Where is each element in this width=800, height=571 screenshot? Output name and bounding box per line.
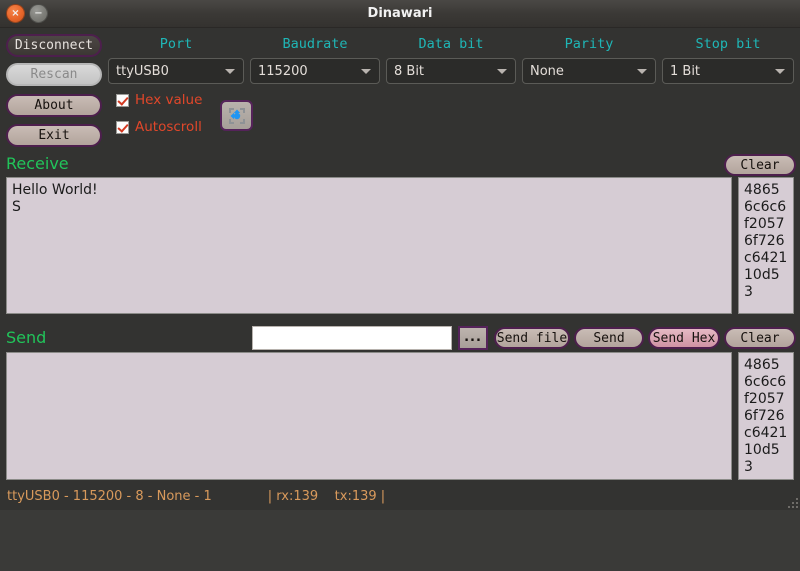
clear-send-button[interactable]: Clear [724,327,796,349]
send-file-button[interactable]: Send file [494,327,570,349]
receive-section-label: Receive [6,154,69,173]
send-input[interactable] [252,326,452,350]
baudrate-value: 115200 [258,63,308,79]
parity-value: None [530,63,564,79]
receive-hex-area[interactable]: 48656c6c6f20576f726c642110d53 [738,177,794,314]
close-icon[interactable]: × [6,4,25,23]
window-title: Dinawari [367,6,433,21]
title-bar: × − Dinawari [0,0,800,28]
checkmark-icon [116,120,129,134]
about-button[interactable]: About [6,94,102,117]
chevron-down-icon [637,68,647,74]
chevron-down-icon [361,68,371,74]
send-hex-area[interactable]: 48656c6c6f20576f726c642110d53 [738,352,794,480]
chevron-down-icon [775,68,785,74]
autoscroll-label: Autoscroll [135,119,202,135]
hex-value-label: Hex value [135,92,203,108]
send-hex-button[interactable]: Send Hex [648,327,720,349]
status-bar: ttyUSB0 - 115200 - 8 - None - 1 | rx:139… [0,482,800,510]
stop-bit-select[interactable]: 1 Bit [662,58,794,84]
data-bit-value: 8 Bit [394,63,425,79]
parity-label: Parity [564,36,614,52]
disconnect-button[interactable]: Disconnect [6,34,102,57]
clear-receive-button[interactable]: Clear [724,154,796,176]
send-text-area[interactable] [6,352,732,480]
receive-text-area[interactable]: Hello World! S [6,177,732,314]
send-section-label: Send [6,328,47,347]
minimize-icon[interactable]: − [29,4,48,23]
baudrate-select[interactable]: 115200 [250,58,380,84]
parity-select[interactable]: None [522,58,656,84]
send-button[interactable]: Send [574,327,644,349]
status-connection-info: ttyUSB0 - 115200 - 8 - None - 1 [7,488,212,504]
application-window: × − Dinawari Disconnect Rescan About Exi… [0,0,800,510]
autoscroll-checkbox[interactable]: Autoscroll [116,119,202,135]
move-arrows-icon [228,107,245,124]
window-controls: × − [0,4,48,23]
status-counters: | rx:139 tx:139 | [267,488,386,504]
port-value: ttyUSB0 [116,63,169,79]
resize-grip-icon[interactable] [786,496,798,508]
expand-window-button[interactable] [220,100,253,131]
port-select[interactable]: ttyUSB0 [108,58,244,84]
checkmark-icon [116,93,129,107]
stop-bit-value: 1 Bit [670,63,701,79]
chevron-down-icon [497,68,507,74]
baudrate-label: Baudrate [282,36,348,52]
exit-button[interactable]: Exit [6,124,102,147]
data-bit-label: Data bit [418,36,484,52]
chevron-down-icon [225,68,235,74]
data-bit-select[interactable]: 8 Bit [386,58,516,84]
browse-file-button[interactable]: ... [458,326,488,350]
stop-bit-label: Stop bit [695,36,761,52]
hex-value-checkbox[interactable]: Hex value [116,92,202,108]
rescan-button[interactable]: Rescan [6,63,102,86]
port-label: Port [159,36,193,52]
